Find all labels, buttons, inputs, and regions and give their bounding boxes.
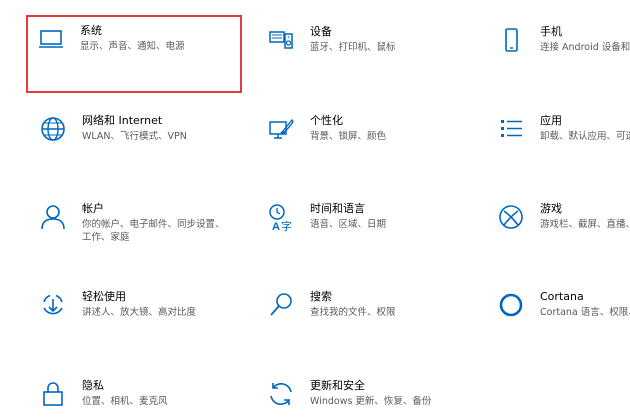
tile-search[interactable]: 搜索 查找我的文件、权限 (256, 282, 466, 352)
tile-devices-title: 设备 (310, 25, 332, 38)
tile-apps-desc: 卸载、默认应用、可选 (540, 131, 630, 142)
tile-cortana[interactable]: Cortana Cortana 语言、权限、 (486, 282, 630, 352)
settings-home: 系统 显示、声音、通知、电源 设备 蓝牙、打印机、鼠标 手机 连接 Androi… (0, 0, 630, 420)
ease-of-access-icon (38, 290, 68, 320)
tile-gaming-desc: 游戏栏、截屏、直播、 (540, 219, 630, 230)
cortana-icon (496, 290, 526, 320)
tile-accounts-desc: 你的帐户、电子邮件、同步设置、工作、家庭 (82, 219, 225, 243)
tile-ease-of-access-desc: 讲述人、放大镜、高对比度 (82, 307, 197, 318)
laptop-icon (36, 24, 66, 54)
globe-icon (38, 114, 68, 144)
tile-cortana-title: Cortana (540, 290, 584, 303)
tile-apps[interactable]: 应用 卸载、默认应用、可选 (486, 106, 630, 176)
tile-personalization-desc: 背景、锁屏、颜色 (310, 131, 387, 142)
tile-network[interactable]: 网络和 Internet WLAN、飞行模式、VPN (28, 106, 238, 176)
tile-update-security[interactable]: 更新和安全 Windows 更新、恢复、备份 (256, 371, 466, 420)
tile-system[interactable]: 系统 显示、声音、通知、电源 (26, 15, 242, 93)
tile-privacy[interactable]: 隐私 位置、相机、麦克风 (28, 371, 238, 420)
update-icon (266, 379, 296, 409)
tile-devices[interactable]: 设备 蓝牙、打印机、鼠标 (256, 17, 466, 87)
tile-privacy-title: 隐私 (82, 379, 104, 392)
tile-phone[interactable]: 手机 连接 Android 设备和 (486, 17, 630, 87)
tile-network-title: 网络和 Internet (82, 114, 163, 127)
tile-time-language-desc: 语音、区域、日期 (310, 219, 387, 230)
tile-devices-desc: 蓝牙、打印机、鼠标 (310, 42, 396, 53)
tile-search-title: 搜索 (310, 290, 332, 303)
tile-time-language[interactable]: A字 时间和语言 语音、区域、日期 (256, 194, 466, 264)
search-icon (266, 290, 296, 320)
tile-system-title: 系统 (80, 24, 102, 37)
tile-personalization-title: 个性化 (310, 114, 343, 127)
tile-ease-of-access[interactable]: 轻松使用 讲述人、放大镜、高对比度 (28, 282, 238, 352)
tile-cortana-desc: Cortana 语言、权限、 (540, 307, 630, 318)
devices-icon (266, 25, 296, 55)
tile-ease-of-access-title: 轻松使用 (82, 290, 126, 303)
tile-phone-title: 手机 (540, 25, 562, 38)
time-language-icon: A字 (266, 202, 296, 232)
lock-icon (38, 379, 68, 409)
tile-apps-title: 应用 (540, 114, 562, 127)
xbox-icon (496, 202, 526, 232)
tile-phone-desc: 连接 Android 设备和 (540, 42, 630, 53)
apps-list-icon (496, 114, 526, 144)
tile-network-desc: WLAN、飞行模式、VPN (82, 131, 187, 142)
tile-system-desc: 显示、声音、通知、电源 (80, 41, 185, 52)
tile-personalization[interactable]: 个性化 背景、锁屏、颜色 (256, 106, 466, 176)
tile-accounts[interactable]: 帐户 你的帐户、电子邮件、同步设置、工作、家庭 (28, 194, 238, 264)
tile-time-language-title: 时间和语言 (310, 202, 365, 215)
svg-text:字: 字 (281, 219, 292, 232)
tile-search-desc: 查找我的文件、权限 (310, 307, 396, 318)
personalization-icon (266, 114, 296, 144)
person-icon (38, 202, 68, 232)
phone-icon (496, 25, 526, 55)
tile-gaming[interactable]: 游戏 游戏栏、截屏、直播、 (486, 194, 630, 264)
tile-update-security-title: 更新和安全 (310, 379, 365, 392)
tile-privacy-desc: 位置、相机、麦克风 (82, 396, 168, 407)
tile-accounts-title: 帐户 (82, 202, 104, 215)
tile-update-security-desc: Windows 更新、恢复、备份 (310, 396, 432, 407)
tile-gaming-title: 游戏 (540, 202, 562, 215)
svg-text:A: A (272, 221, 280, 232)
